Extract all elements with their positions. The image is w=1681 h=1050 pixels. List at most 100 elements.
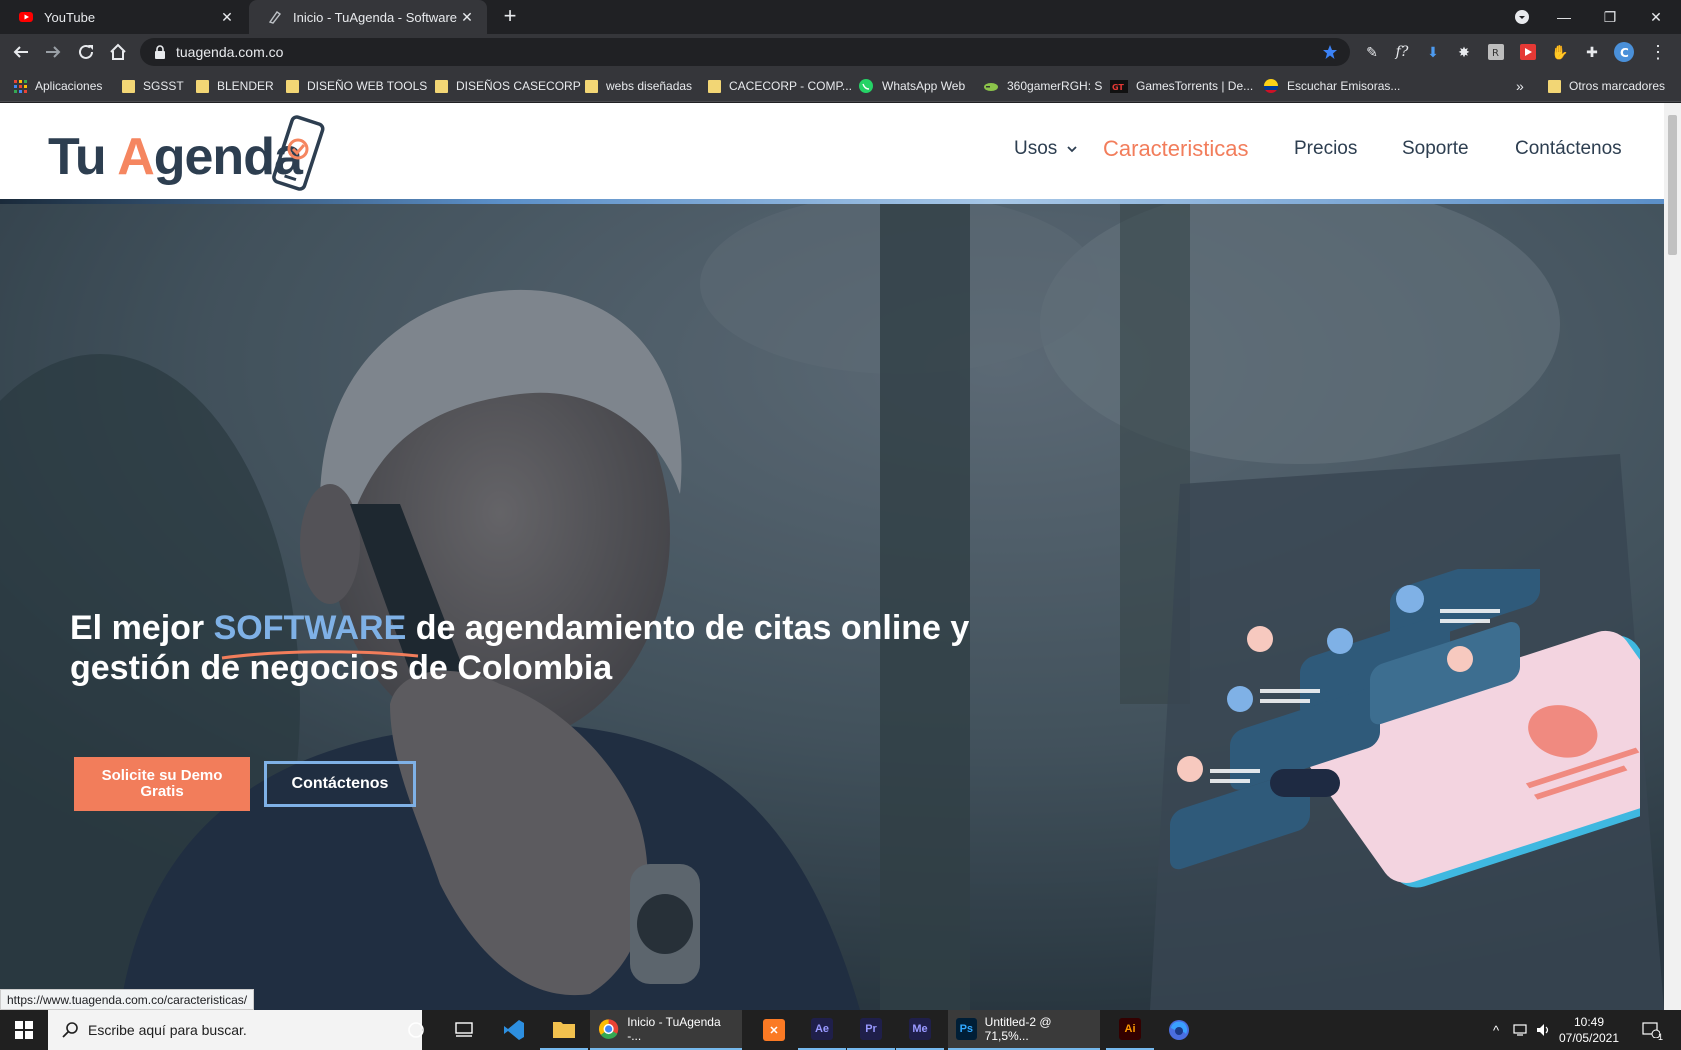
taskbar-photoshop[interactable]: Ps Untitled-2 @ 71,5%... bbox=[948, 1010, 1100, 1050]
windows-logo-icon bbox=[15, 1021, 33, 1039]
vscode-icon bbox=[504, 1020, 524, 1040]
arrow-right-icon bbox=[46, 46, 61, 58]
bookmark-whatsapp[interactable]: WhatsApp Web bbox=[858, 70, 965, 102]
bookmark-diseno-web-tools[interactable]: DISEÑO WEB TOOLS bbox=[286, 70, 427, 102]
reload-button[interactable] bbox=[74, 40, 98, 64]
start-button[interactable] bbox=[0, 1010, 48, 1050]
forward-button[interactable] bbox=[41, 40, 65, 64]
tuagenda-logo[interactable]: Tu Agenda bbox=[48, 115, 328, 195]
eyedropper-extension-icon[interactable]: ✎ bbox=[1362, 42, 1382, 62]
bookmark-360gamer[interactable]: 360gamerRGH: S bbox=[983, 70, 1102, 102]
tab-title: Inicio - TuAgenda - Software de ag bbox=[293, 9, 459, 25]
taskbar-file-explorer[interactable] bbox=[540, 1010, 588, 1050]
video-extension-icon[interactable] bbox=[1518, 42, 1538, 62]
request-demo-button[interactable]: Solicite su Demo Gratis bbox=[74, 757, 250, 811]
task-view-button[interactable] bbox=[440, 1010, 488, 1050]
nav-contactenos[interactable]: Contáctenos bbox=[1515, 138, 1622, 160]
bookmarks-bar: Aplicaciones SGSST BLENDER DISEÑO WEB TO… bbox=[0, 70, 1681, 102]
notifications-button[interactable]: 1 bbox=[1636, 1010, 1666, 1050]
bookmark-sgsst[interactable]: SGSST bbox=[122, 70, 184, 102]
bookmarks-overflow-button[interactable]: » bbox=[1516, 70, 1524, 102]
reader-extension-icon[interactable]: R bbox=[1486, 42, 1506, 62]
notification-count: 1 bbox=[1657, 1032, 1663, 1042]
hero-contact-button[interactable]: Contáctenos bbox=[264, 761, 416, 807]
nav-soporte[interactable]: Soporte bbox=[1402, 138, 1469, 160]
tab-youtube[interactable]: YouTube ✕ bbox=[0, 0, 247, 34]
arrow-left-icon bbox=[13, 46, 28, 58]
taskbar-media-encoder[interactable]: Me bbox=[896, 1010, 944, 1050]
taskbar-search-box[interactable]: Escribe aquí para buscar. bbox=[48, 1010, 422, 1050]
menu-kebab-icon[interactable]: ⋮ bbox=[1648, 42, 1668, 62]
profile-avatar-icon[interactable]: C bbox=[1614, 42, 1634, 62]
phone-check-icon bbox=[272, 115, 325, 191]
bookmark-star-icon[interactable] bbox=[1322, 44, 1338, 60]
nav-precios[interactable]: Precios bbox=[1294, 138, 1357, 160]
bookmark-cacecorp[interactable]: CACECORP - COMP... bbox=[708, 70, 852, 102]
hero-section: El mejor SOFTWARE de agendamiento de cit… bbox=[0, 204, 1664, 1010]
settings-extension-icon[interactable]: ✸ bbox=[1454, 42, 1474, 62]
taskbar-vscode[interactable] bbox=[490, 1010, 538, 1050]
close-tab-icon[interactable]: ✕ bbox=[219, 9, 235, 26]
folder-icon bbox=[708, 79, 721, 93]
bookmark-emisoras[interactable]: Escuchar Emisoras... bbox=[1263, 70, 1400, 102]
taskbar-firefox[interactable] bbox=[1155, 1010, 1203, 1050]
extensions-puzzle-icon[interactable]: ✚ bbox=[1582, 42, 1602, 62]
task-view-icon bbox=[455, 1022, 473, 1037]
controller-icon bbox=[984, 82, 998, 91]
taskbar-xampp[interactable]: ✕ bbox=[750, 1010, 798, 1050]
chevron-down-icon bbox=[1067, 146, 1077, 153]
taskbar-chrome[interactable]: Inicio - TuAgenda -... bbox=[590, 1010, 742, 1050]
bookmark-webs-disenadas[interactable]: webs diseñadas bbox=[585, 70, 692, 102]
headline-pre: El mejor bbox=[70, 609, 214, 647]
page-scrollbar[interactable] bbox=[1664, 103, 1681, 1010]
taskbar-chrome-label: Inicio - TuAgenda -... bbox=[627, 1015, 721, 1043]
apps-grid-icon bbox=[14, 79, 27, 93]
adblock-extension-icon[interactable]: ✋ bbox=[1550, 42, 1570, 62]
logo-wordmark: Tu Agenda bbox=[48, 127, 303, 187]
address-bar[interactable]: tuagenda.com.co bbox=[140, 38, 1350, 66]
bookmark-label: SGSST bbox=[143, 79, 184, 93]
bookmark-label: CACECORP - COMP... bbox=[729, 79, 852, 93]
new-tab-button[interactable]: + bbox=[498, 5, 522, 29]
close-window-button[interactable]: ✕ bbox=[1630, 0, 1681, 34]
font-extension-icon[interactable]: f? bbox=[1392, 42, 1412, 62]
network-icon[interactable] bbox=[1508, 1010, 1532, 1050]
reload-icon bbox=[79, 44, 93, 59]
minimize-button[interactable]: — bbox=[1538, 0, 1590, 34]
bookmark-label: WhatsApp Web bbox=[882, 79, 966, 93]
tab-tuagenda[interactable]: Inicio - TuAgenda - Software de ag ✕ bbox=[249, 0, 487, 34]
folder-icon bbox=[1548, 79, 1561, 93]
browser-toolbar: tuagenda.com.co ✎ f? ⬇ ✸ R ✋ ✚ C ⋮ bbox=[0, 34, 1681, 70]
system-clock[interactable]: 10:49 07/05/2021 bbox=[1552, 1010, 1626, 1050]
tab-title: YouTube bbox=[44, 9, 96, 25]
taskbar-photoshop-label: Untitled-2 @ 71,5%... bbox=[984, 1015, 1052, 1043]
home-button[interactable] bbox=[106, 40, 130, 64]
scrollbar-thumb[interactable] bbox=[1668, 115, 1677, 255]
tray-expand-icon[interactable]: ^ bbox=[1484, 1010, 1508, 1050]
home-icon bbox=[110, 43, 126, 60]
premiere-icon: Pr bbox=[860, 1018, 882, 1040]
folder-icon bbox=[435, 79, 448, 93]
taskbar-illustrator[interactable]: Ai bbox=[1106, 1010, 1154, 1050]
svg-text:C: C bbox=[1620, 46, 1629, 60]
after-effects-icon: Ae bbox=[811, 1018, 833, 1040]
bookmark-blender[interactable]: BLENDER bbox=[196, 70, 274, 102]
cortana-button[interactable] bbox=[392, 1010, 440, 1050]
taskbar-premiere[interactable]: Pr bbox=[847, 1010, 895, 1050]
bookmark-label: DISEÑO WEB TOOLS bbox=[307, 79, 428, 93]
nav-caracteristicas[interactable]: Caracteristicas bbox=[1103, 136, 1248, 162]
download-extension-icon[interactable]: ⬇ bbox=[1423, 42, 1443, 62]
web-page: Tu Agenda Usos Caracteristicas Precios S… bbox=[0, 103, 1664, 1010]
restore-button[interactable]: ❐ bbox=[1584, 0, 1636, 34]
nav-usos[interactable]: Usos bbox=[1014, 138, 1077, 160]
close-tab-icon[interactable]: ✕ bbox=[459, 9, 475, 26]
taskbar-after-effects[interactable]: Ae bbox=[798, 1010, 846, 1050]
windows-taskbar: Escribe aquí para buscar. Inicio - TuAge… bbox=[0, 1010, 1681, 1050]
bookmark-label: 360gamerRGH: S bbox=[1007, 79, 1103, 93]
bookmark-other[interactable]: Otros marcadores bbox=[1548, 70, 1665, 102]
photoshop-icon: Ps bbox=[956, 1018, 977, 1040]
bookmark-gamestorrents[interactable]: GT GamesTorrents | De... bbox=[1110, 70, 1253, 102]
bookmark-disenos-casecorp[interactable]: DISEÑOS CASECORP bbox=[435, 70, 581, 102]
bookmark-apps[interactable]: Aplicaciones bbox=[14, 70, 102, 102]
back-button[interactable] bbox=[9, 40, 33, 64]
